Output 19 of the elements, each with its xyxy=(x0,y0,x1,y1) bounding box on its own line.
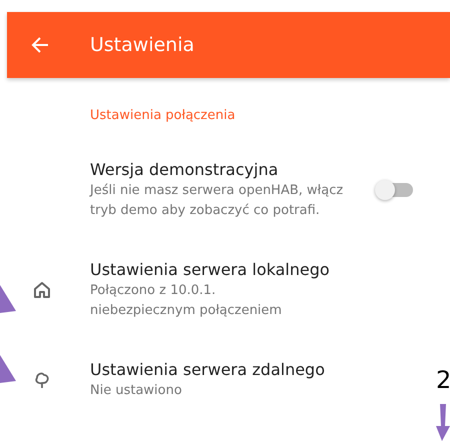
item-summary: Nie ustawiono xyxy=(90,382,183,400)
item-title: Wersja demonstracyjna xyxy=(90,159,280,181)
back-arrow-icon[interactable] xyxy=(31,36,49,54)
annotation-arrow-icon xyxy=(436,404,450,441)
settings-item[interactable]: Ustawienia serwera zdalnego Nie ustawiono xyxy=(0,340,430,420)
house-icon xyxy=(33,281,51,299)
annotation-arrow-icon xyxy=(0,355,16,383)
item-summary: Jeśli nie masz serwera openHAB, włącz tryb demo aby zobaczyć co potrafi. xyxy=(90,182,344,220)
demo-toggle[interactable] xyxy=(377,183,413,197)
item-title: Ustawienia serwera zdalnego xyxy=(90,359,326,381)
settings-item[interactable]: Wersja demonstracyjna Jeśli nie masz serwera openHAB, włącz tryb demo aby zobaczyć co potrafi. xyxy=(0,140,430,240)
settings-item[interactable]: Ustawienia serwera lokalnego Połączono z 10.0.1. niebezpiecznym połączeniem xyxy=(0,240,430,340)
annotation-arrow-icon xyxy=(0,285,16,313)
category-header: Ustawienia połączenia xyxy=(90,108,236,123)
app-bar-title: Ustawienia xyxy=(90,34,194,56)
tree-icon xyxy=(34,371,50,389)
item-title: Ustawienia serwera lokalnego xyxy=(90,259,331,281)
annotation-label: 2 xyxy=(436,366,450,394)
item-summary: Połączono z 10.0.1. niebezpiecznym połączeniem xyxy=(90,282,283,320)
